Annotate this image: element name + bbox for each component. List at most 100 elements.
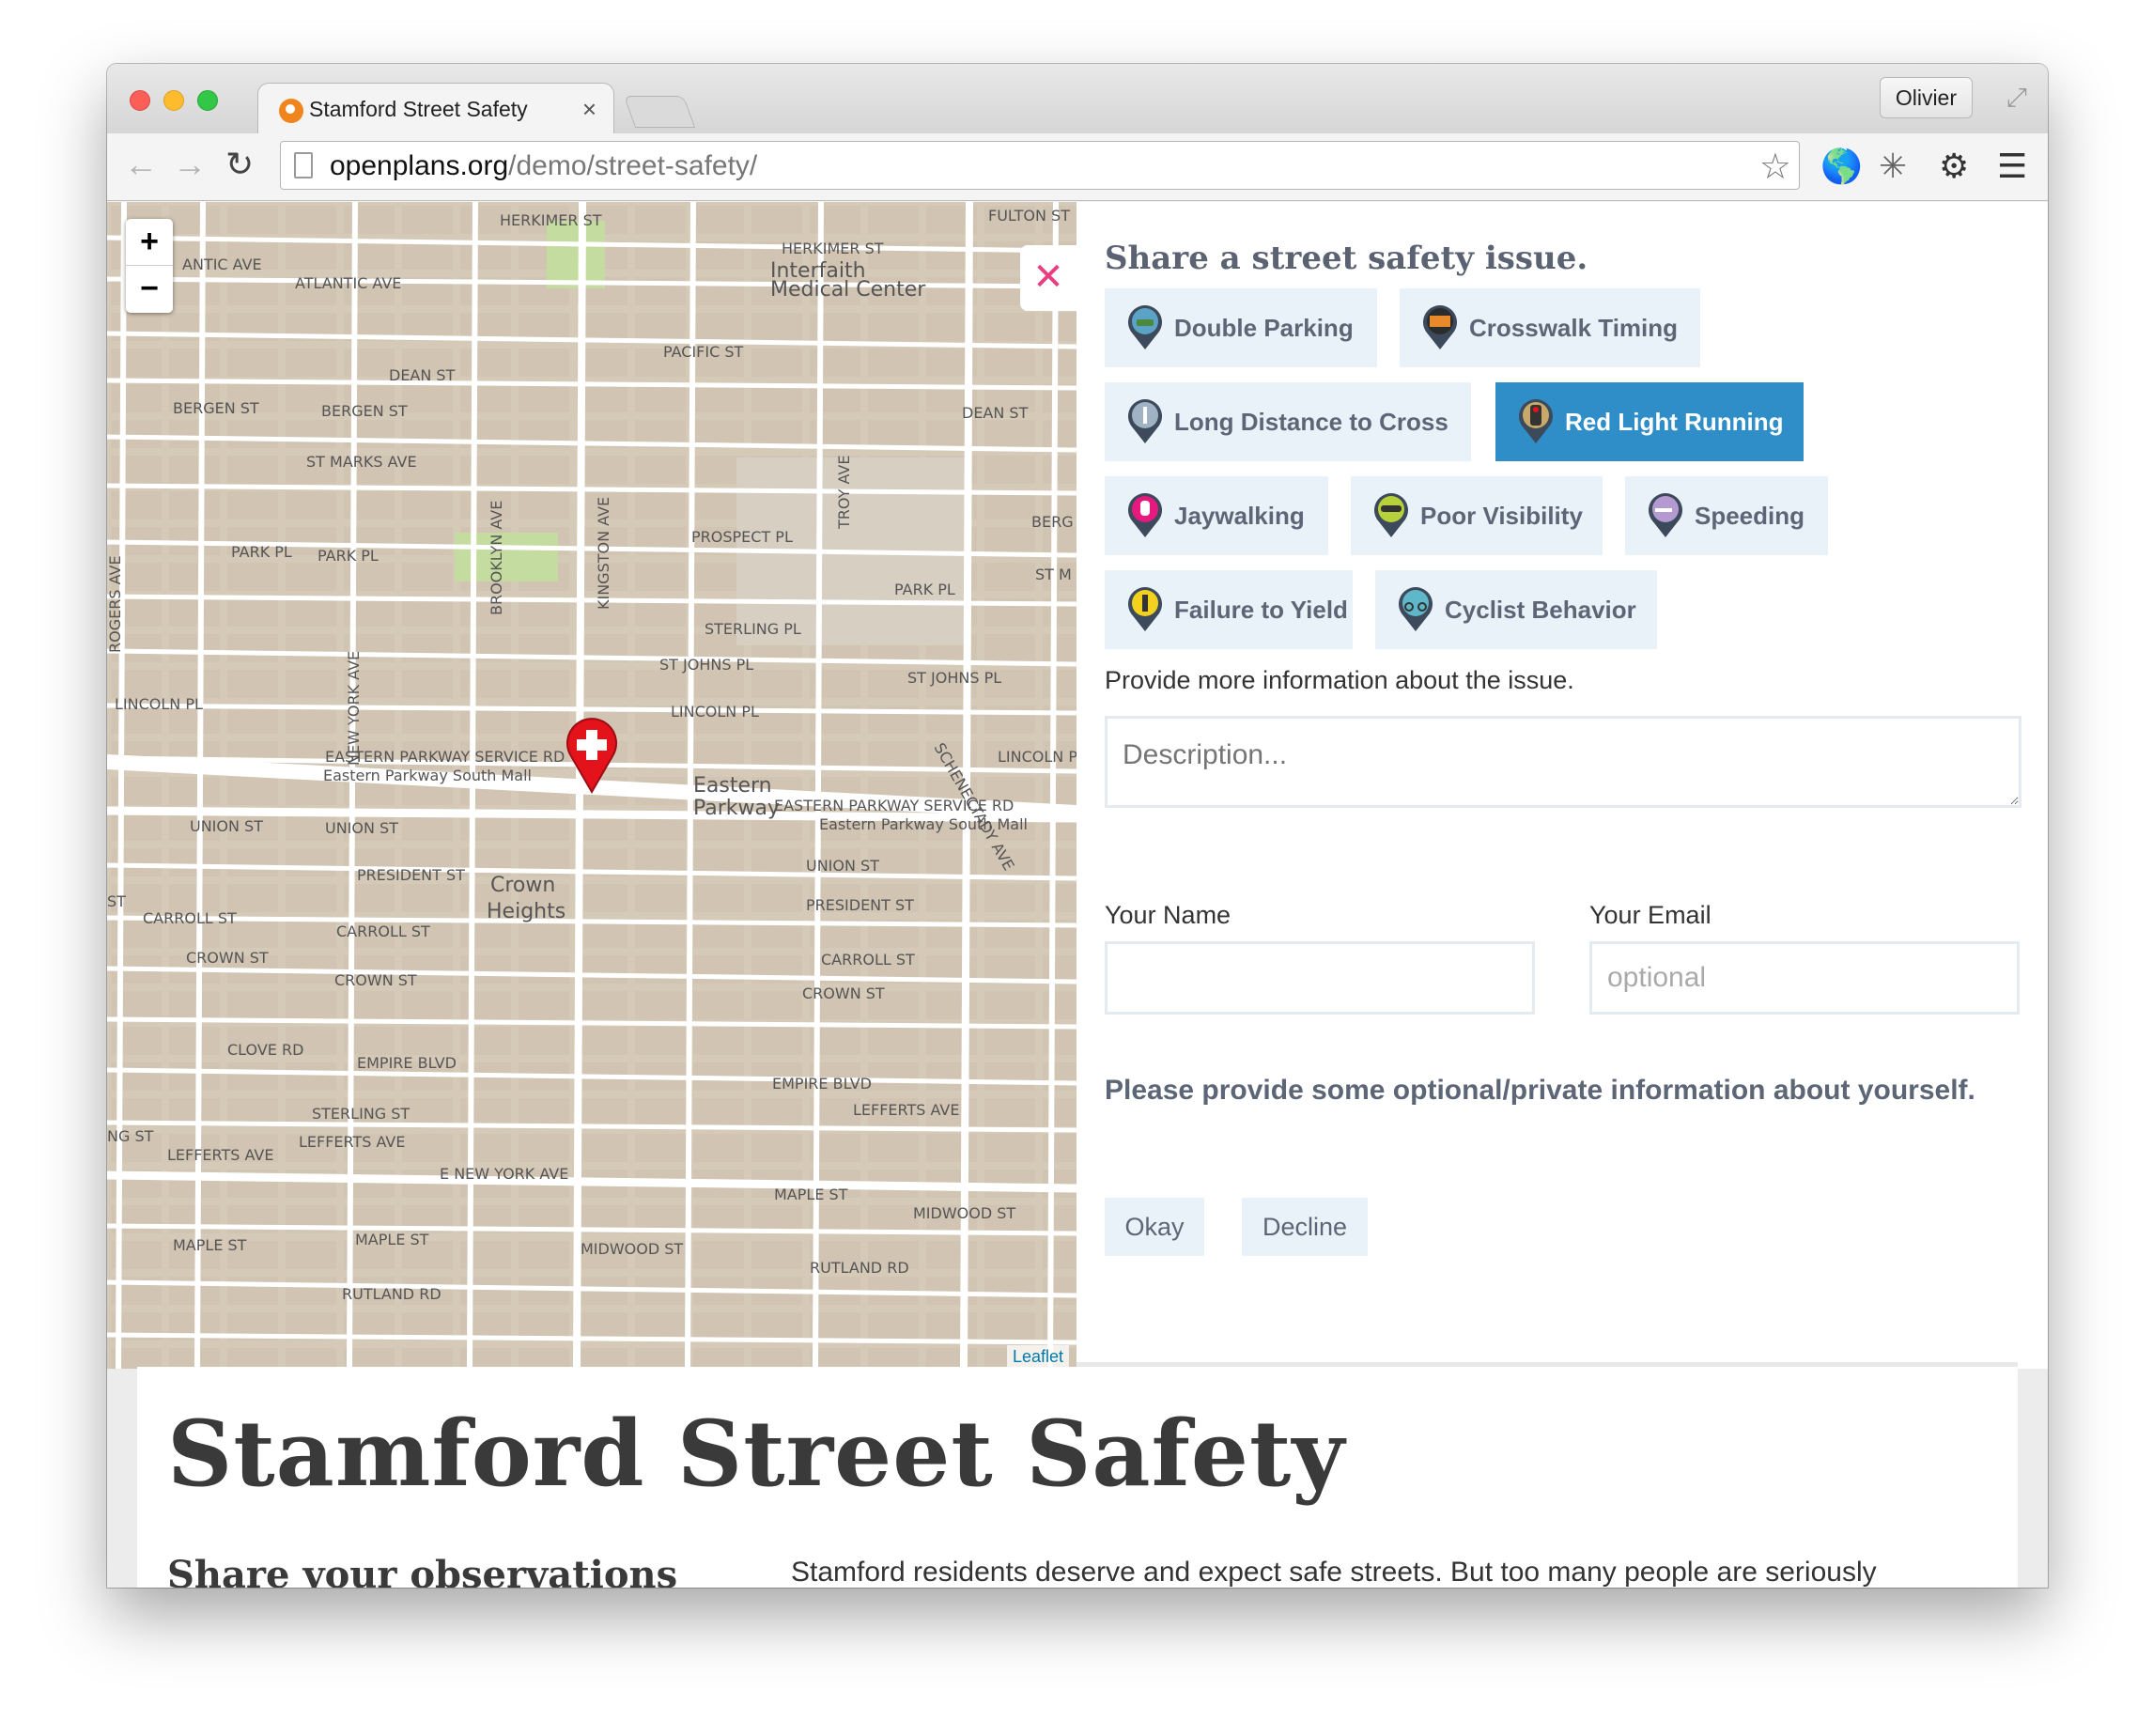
tab-close-icon[interactable]: ×: [582, 95, 596, 124]
gear-icon[interactable]: ⚙: [1939, 147, 1969, 186]
description-label: Provide more information about the issue…: [1105, 666, 1574, 694]
zoom-window-button[interactable]: [197, 90, 218, 111]
map-street-label: PARK PL: [231, 543, 292, 561]
forward-icon[interactable]: →: [173, 145, 207, 184]
minimize-window-button[interactable]: [163, 90, 184, 111]
map-street-label: PARK PL: [894, 581, 955, 598]
zoom-in-button[interactable]: +: [126, 219, 173, 266]
category-label: Cyclist Behavior: [1445, 596, 1636, 624]
map-street-label: CARROLL ST: [821, 951, 915, 969]
map-street-label: Eastern Parkway South Mall: [323, 767, 532, 784]
category-label: Failure to Yield: [1174, 596, 1348, 624]
map-street-label: PACIFIC ST: [663, 343, 744, 361]
long-distance-icon: [1128, 399, 1162, 443]
map-street-label: PRESIDENT ST: [357, 866, 465, 884]
tab-title: Stamford Street Safety: [309, 97, 528, 121]
map-street-label: Eastern: [693, 774, 772, 798]
map-street-label: ST JOHNS PL: [907, 669, 1001, 687]
map-street-label: ST: [107, 892, 126, 910]
tab-active[interactable]: Stamford Street Safety ×: [257, 83, 614, 135]
url-text: openplans.org/demo/street-safety/: [330, 150, 757, 182]
map-street-label: ROGERS AVE: [107, 555, 124, 653]
globe-icon[interactable]: 🌎: [1820, 147, 1863, 186]
map-street-label: Heights: [487, 900, 565, 923]
failure-to-yield-icon: [1128, 587, 1162, 631]
map-street-label: BERGEN ST: [321, 402, 408, 420]
profile-button[interactable]: Olivier: [1879, 77, 1973, 118]
map-street-label: RUTLAND RD: [810, 1259, 909, 1277]
map-street-label: UNION ST: [806, 857, 879, 875]
map-street-label: ST JOHNS PL: [659, 656, 753, 674]
category-label: Poor Visibility: [1420, 502, 1583, 530]
page-icon: [294, 152, 313, 178]
category-speeding[interactable]: Speeding: [1625, 476, 1828, 555]
category-failure-to-yield[interactable]: Failure to Yield: [1105, 570, 1353, 649]
map-street-label: Crown: [490, 874, 555, 897]
map-street-label: KINGSTON AVE: [595, 497, 612, 610]
map-street-label: CROWN ST: [334, 971, 417, 989]
jaywalking-icon: [1128, 493, 1162, 537]
category-label: Crosswalk Timing: [1469, 314, 1679, 342]
map-street-label: Medical Center: [770, 278, 926, 302]
category-poor-visibility[interactable]: Poor Visibility: [1351, 476, 1603, 555]
poor-visibility-icon: [1374, 493, 1408, 537]
map-tiles[interactable]: HERKIMER ST FULTON STHERKIMER STInterfait…: [107, 202, 1076, 1369]
map-street-label: CLOVE RD: [227, 1041, 303, 1059]
map-street-label: ST MARKS AVE: [306, 453, 417, 471]
map-street-label: MAPLE ST: [774, 1186, 848, 1203]
speeding-icon: [1649, 493, 1682, 537]
category-label: Double Parking: [1174, 314, 1354, 342]
web-page: HERKIMER ST FULTON ST HERKIMER ST Interfait…: [107, 202, 2048, 1588]
intro-text: Stamford residents deserve and expect sa…: [791, 1557, 1877, 1588]
close-window-button[interactable]: [130, 90, 150, 111]
zoom-out-button[interactable]: −: [126, 266, 173, 313]
map-street-label: BERGEN ST: [173, 399, 259, 417]
map-street-label: CARROLL ST: [336, 922, 430, 940]
map-street-label: CROWN ST: [186, 949, 269, 967]
category-jaywalking[interactable]: Jaywalking: [1105, 476, 1328, 555]
category-crosswalk-timing[interactable]: Crosswalk Timing: [1400, 288, 1700, 367]
zoom-control: + −: [126, 219, 173, 313]
url-host: openplans.org: [330, 150, 509, 181]
new-tab-button[interactable]: [623, 96, 696, 128]
map-street-label: EMPIRE BLVD: [357, 1054, 457, 1072]
category-label: Speeding: [1695, 502, 1805, 530]
email-label: Your Email: [1589, 901, 1712, 929]
map-street-label: MAPLE ST: [173, 1236, 247, 1254]
map[interactable]: HERKIMER ST FULTON ST HERKIMER ST Interfait…: [107, 202, 1076, 1369]
cyclist-icon: [1399, 587, 1433, 631]
map-street-label: LINCOLN PL: [998, 748, 1076, 766]
puzzle-extension-icon[interactable]: ✳: [1879, 147, 1907, 186]
openplans-favicon-icon: [279, 99, 303, 123]
category-long-distance-to-cross[interactable]: Long Distance to Cross: [1105, 382, 1471, 461]
category-double-parking[interactable]: Double Parking: [1105, 288, 1377, 367]
map-street-label: NG ST: [107, 1127, 154, 1145]
map-street-label: HERKIMER ST: [782, 240, 884, 257]
name-input[interactable]: [1105, 941, 1535, 1015]
map-street-label: BERG: [1031, 513, 1074, 531]
category-red-light-running[interactable]: Red Light Running: [1495, 382, 1804, 461]
back-icon[interactable]: ←: [124, 145, 158, 184]
category-label: Red Light Running: [1565, 408, 1784, 436]
map-street-label: EMPIRE BLVD: [772, 1075, 872, 1093]
menu-icon[interactable]: ☰: [1997, 147, 2027, 186]
email-input[interactable]: [1589, 941, 2020, 1015]
map-street-label: NEW YORK AVE: [345, 651, 363, 766]
okay-button[interactable]: Okay: [1105, 1198, 1204, 1256]
panel-close-icon[interactable]: ✕: [1020, 245, 1076, 311]
page-content: Stamford Street Safety Share your observ…: [137, 1367, 2018, 1588]
decline-button[interactable]: Decline: [1242, 1198, 1368, 1256]
map-street-label: CARROLL ST: [143, 909, 237, 927]
address-bar[interactable]: openplans.org/demo/street-safety/ ☆: [280, 141, 1800, 190]
map-street-label: MAPLE ST: [355, 1231, 429, 1248]
leaflet-attribution[interactable]: Leaflet: [1006, 1345, 1069, 1369]
category-label: Jaywalking: [1174, 502, 1305, 530]
map-street-label: LEFFERTS AVE: [299, 1133, 405, 1151]
map-street-label: LEFFERTS AVE: [167, 1146, 273, 1164]
description-input[interactable]: [1105, 716, 2021, 808]
reload-icon[interactable]: ↻: [225, 145, 254, 184]
fullscreen-icon[interactable]: ⤢: [2006, 83, 2027, 114]
bookmark-star-icon[interactable]: ☆: [1759, 146, 1791, 188]
category-cyclist-behavior[interactable]: Cyclist Behavior: [1375, 570, 1657, 649]
map-street-label: PARK PL: [318, 547, 379, 565]
